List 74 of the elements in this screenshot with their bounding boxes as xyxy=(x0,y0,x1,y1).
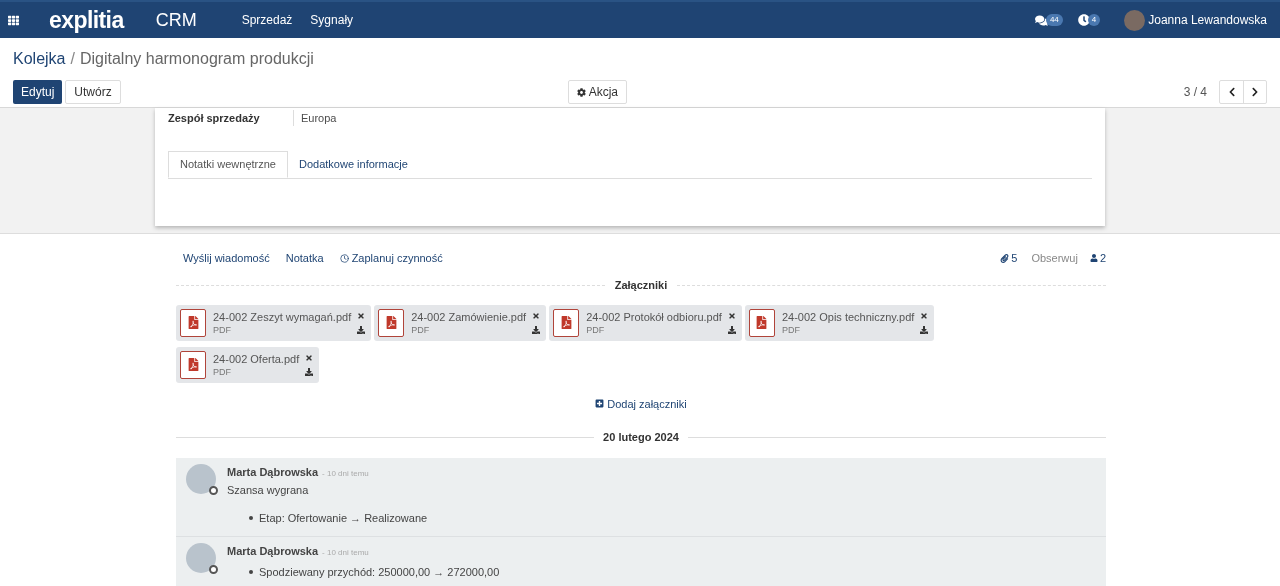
file-type: PDF xyxy=(781,323,801,336)
attachment-card[interactable]: 24-002 Zamówienie.pdf PDF xyxy=(374,304,547,341)
pager-counter: 3 / 4 xyxy=(1183,84,1207,101)
gear-icon xyxy=(576,87,586,97)
clock-icon[interactable] xyxy=(1077,14,1090,26)
create-button[interactable]: Utwórz xyxy=(65,80,121,104)
download-icon[interactable] xyxy=(357,325,366,334)
pdf-file-icon xyxy=(553,308,580,337)
download-icon[interactable] xyxy=(920,325,929,334)
file-type: PDF xyxy=(586,323,606,336)
attachment-card[interactable]: 24-002 Oferta.pdf PDF xyxy=(176,346,320,383)
chat-icon[interactable] xyxy=(1034,13,1048,27)
follow-link[interactable]: Obserwuj xyxy=(1031,249,1078,267)
attachment-name: 24-002 Protokół odbioru.pdf xyxy=(586,309,722,324)
note-link[interactable]: Notatka xyxy=(285,249,324,267)
form-tab[interactable]: Notatki wewnętrzne xyxy=(168,151,288,178)
bullet-icon xyxy=(249,569,253,574)
tracked-change: Spodziewany przychód: 250000,00 → 272000,00 xyxy=(259,564,500,580)
count-badge: 44 xyxy=(1045,14,1063,26)
author-name[interactable]: Marta Dąbrowska xyxy=(227,543,319,560)
pdf-file-icon xyxy=(180,308,206,337)
attachment-card[interactable]: 24-002 Protokół odbioru.pdf PDF xyxy=(549,304,742,341)
remove-icon[interactable] xyxy=(920,311,929,320)
attachments-count-link[interactable]: 5 xyxy=(1000,249,1018,267)
attachment-name: 24-002 Oferta.pdf xyxy=(213,351,300,366)
remove-icon[interactable] xyxy=(305,353,314,362)
remove-icon[interactable] xyxy=(532,311,541,320)
status-icon xyxy=(209,565,218,574)
person-icon xyxy=(1089,254,1098,262)
remove-icon[interactable] xyxy=(357,311,366,320)
followers-link[interactable]: 2 xyxy=(1089,249,1106,267)
attachment-name: 24-002 Zeszyt wymagań.pdf xyxy=(213,309,352,324)
file-type: PDF xyxy=(411,323,431,336)
clock-icon xyxy=(339,253,349,263)
chevron-right-icon xyxy=(1250,87,1260,97)
tracked-change: Etap: Ofertowanie → Realizowane xyxy=(259,510,428,526)
pdf-file-icon xyxy=(748,308,775,337)
menu-link[interactable]: Sygnały xyxy=(310,11,354,29)
menu-link[interactable]: Sprzedaż xyxy=(241,11,293,29)
app-title: CRM xyxy=(155,8,197,32)
send-message-link[interactable]: Wyślij wiadomość xyxy=(183,249,270,267)
breadcrumb-current: Digitalny harmonogram produkcji xyxy=(79,49,314,69)
author-name[interactable]: Marta Dąbrowska xyxy=(227,463,319,480)
attachment-card[interactable]: 24-002 Opis techniczny.pdf PDF xyxy=(744,304,935,341)
download-icon[interactable] xyxy=(727,325,736,334)
file-type: PDF xyxy=(213,365,232,378)
pdf-file-icon xyxy=(378,308,405,337)
apps-menu-icon[interactable] xyxy=(8,14,19,26)
pdf-file-icon xyxy=(180,350,206,379)
field-label: Zespół sprzedaży xyxy=(168,110,261,126)
message-body: Szansa wygrana xyxy=(227,483,310,498)
add-attachments-link[interactable]: Dodaj załączniki xyxy=(595,395,687,412)
status-icon xyxy=(209,485,218,495)
plus-icon xyxy=(595,399,605,409)
brand-logo[interactable]: explitia xyxy=(49,8,124,32)
remove-icon[interactable] xyxy=(727,311,736,320)
user-name[interactable]: Joanna Lewandowska xyxy=(1148,11,1267,29)
attachment-name: 24-002 Opis techniczny.pdf xyxy=(781,309,915,324)
attachment-name: 24-002 Zamówienie.pdf xyxy=(411,309,527,324)
bullet-icon xyxy=(249,515,253,520)
breadcrumb-separator: / xyxy=(70,49,75,69)
attachment-card[interactable]: 24-002 Zeszyt wymagań.pdf PDF xyxy=(176,304,372,341)
form-tab[interactable]: Dodatkowe informacje xyxy=(288,151,419,178)
download-icon[interactable] xyxy=(305,367,314,376)
download-icon[interactable] xyxy=(532,325,541,334)
edit-button[interactable]: Edytuj xyxy=(13,80,63,104)
field-value: Europa xyxy=(293,109,337,127)
attachments-heading: Załączniki xyxy=(613,278,669,293)
date-separator: 20 lutego 2024 xyxy=(602,430,680,445)
action-button[interactable]: Akcja xyxy=(567,80,628,104)
file-type: PDF xyxy=(213,323,232,336)
paperclip-icon xyxy=(1000,253,1010,263)
breadcrumb-link[interactable]: Kolejka xyxy=(13,47,66,71)
schedule-activity-link[interactable]: Zaplanuj czynność xyxy=(339,249,443,267)
